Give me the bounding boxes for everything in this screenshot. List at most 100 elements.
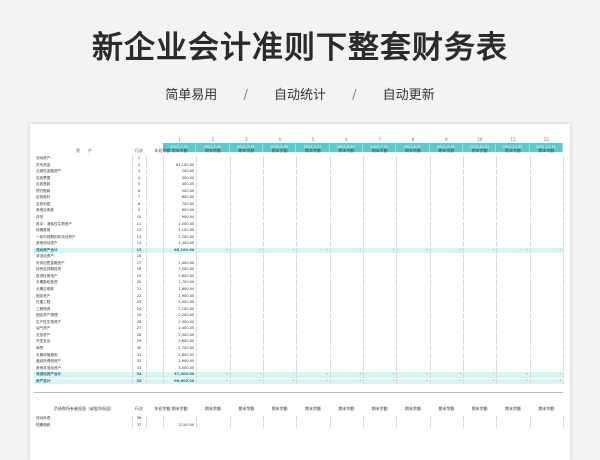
row-no[interactable]: 22 <box>132 294 146 300</box>
period-value[interactable]: - <box>396 248 428 254</box>
row-no[interactable]: 26 <box>132 320 146 326</box>
end-value[interactable] <box>163 156 194 162</box>
end-value[interactable]: 1,000.00 <box>163 222 194 228</box>
row-label[interactable]: 长期应收款 <box>36 287 132 293</box>
end-value[interactable]: 2,500.00 <box>163 333 194 339</box>
row-label[interactable]: 投资性房地产 <box>36 274 132 280</box>
period-value[interactable]: - <box>430 379 461 385</box>
period-value[interactable]: - <box>263 379 295 385</box>
end-value[interactable]: 1,300.00 <box>163 241 194 247</box>
end-value[interactable]: 400.00 <box>163 182 195 188</box>
period-value[interactable]: - <box>363 372 395 378</box>
end-value[interactable]: 2,300.00 <box>163 320 194 326</box>
period-value[interactable]: - <box>530 379 561 385</box>
row-no[interactable]: 36 <box>132 416 146 422</box>
row-label[interactable]: 流动资产： <box>36 156 132 162</box>
end-value[interactable]: 96,600.00 <box>163 379 194 385</box>
row-label[interactable]: 应收账款 <box>36 182 132 188</box>
end-value[interactable]: 2,400.00 <box>163 326 194 332</box>
end-value[interactable]: 2,900.00 <box>163 359 194 365</box>
end-value[interactable]: 1,400.00 <box>163 261 194 267</box>
row-no[interactable]: 3 <box>132 169 146 175</box>
end-value[interactable]: 2,200.00 <box>163 313 194 319</box>
row-no[interactable]: 2 <box>132 163 146 169</box>
row-no[interactable]: 15 <box>132 248 146 254</box>
row-no[interactable]: 13 <box>132 235 146 241</box>
row-no[interactable]: 6 <box>132 189 146 195</box>
row-no[interactable]: 34 <box>132 372 146 378</box>
row-label[interactable]: 流动资产合计 <box>36 248 132 254</box>
end-value[interactable]: 1,700.00 <box>163 280 194 286</box>
end-value[interactable]: 1,900.00 <box>163 294 194 300</box>
row-no[interactable]: 20 <box>132 280 146 286</box>
period-value[interactable]: - <box>230 248 261 254</box>
period-value[interactable]: - <box>196 248 228 254</box>
row-label[interactable]: 应收股利 <box>36 195 132 201</box>
end-value[interactable]: 600.00 <box>163 195 195 201</box>
row-label[interactable]: 预付账款 <box>36 189 132 195</box>
end-value[interactable]: 1,100.00 <box>163 228 194 234</box>
period-value[interactable]: - <box>496 248 528 254</box>
end-value[interactable]: 300.00 <box>163 176 195 182</box>
end-value[interactable]: 2,800.00 <box>163 353 194 359</box>
end-value[interactable] <box>163 254 194 260</box>
end-value[interactable]: 61,100.00 <box>163 163 194 169</box>
period-value[interactable]: - <box>296 372 328 378</box>
end-value[interactable]: 2,600.00 <box>163 339 194 345</box>
row-label[interactable]: 一年内到期的非流动资产 <box>36 235 132 241</box>
period-value[interactable]: - <box>296 379 328 385</box>
row-label[interactable]: 持有至到期投资 <box>36 267 132 273</box>
row-no[interactable]: 19 <box>132 274 146 280</box>
end-value[interactable]: 700.00 <box>163 202 195 208</box>
period-value[interactable]: - <box>396 372 428 378</box>
period-value[interactable]: - <box>363 248 395 254</box>
row-no[interactable]: 28 <box>132 333 146 339</box>
row-no[interactable]: 9 <box>132 208 146 214</box>
row-no[interactable]: 29 <box>132 339 146 345</box>
row-no[interactable]: 8 <box>132 202 146 208</box>
row-label[interactable]: 待摊费用 <box>36 228 132 234</box>
period-value[interactable]: - <box>230 372 261 378</box>
period-value[interactable]: - <box>363 379 395 385</box>
period-value[interactable]: - <box>330 372 361 378</box>
row-label[interactable]: 固定资产清理 <box>36 313 132 319</box>
row-no[interactable]: 30 <box>132 346 146 352</box>
period-value[interactable]: - <box>263 248 295 254</box>
period-value[interactable]: - <box>430 248 461 254</box>
row-label[interactable]: 应收票据 <box>36 176 132 182</box>
row-label[interactable]: 存货 <box>36 215 132 221</box>
row-no[interactable]: 14 <box>132 241 146 247</box>
row-label[interactable]: 开发支出 <box>36 339 132 345</box>
period-value[interactable]: - <box>330 379 361 385</box>
row-label[interactable]: 短期借款 <box>36 423 132 429</box>
end-value[interactable]: 1,600.00 <box>163 274 194 280</box>
period-value[interactable]: - <box>530 248 561 254</box>
end-value[interactable] <box>163 416 194 422</box>
row-no[interactable]: 31 <box>132 353 146 359</box>
row-label[interactable]: 非流动资产合计 <box>36 372 132 378</box>
period-value[interactable]: - <box>196 379 228 385</box>
row-label[interactable]: 其中：消耗性生物资产 <box>36 222 132 228</box>
period-value[interactable]: - <box>430 372 461 378</box>
row-no[interactable]: 4 <box>132 176 146 182</box>
period-value[interactable]: - <box>530 372 561 378</box>
end-value[interactable]: 68,100.00 <box>163 248 194 254</box>
end-value[interactable]: 500.00 <box>163 189 195 195</box>
end-value[interactable]: 1,200.00 <box>163 235 194 241</box>
end-value[interactable]: 2,700.00 <box>163 346 194 352</box>
end-value[interactable]: 1,800.00 <box>163 287 194 293</box>
row-no[interactable]: 37 <box>132 423 146 429</box>
row-no[interactable]: 23 <box>132 300 146 306</box>
period-value[interactable]: - <box>396 379 428 385</box>
period-value[interactable]: - <box>463 379 495 385</box>
period-value[interactable]: - <box>496 372 528 378</box>
row-label[interactable]: 固定资产 <box>36 294 132 300</box>
end-value[interactable]: 900.00 <box>163 215 195 221</box>
row-label[interactable]: 应收利息 <box>36 202 132 208</box>
row-label[interactable]: 长期股权投资 <box>36 280 132 286</box>
row-no[interactable]: 33 <box>132 366 146 372</box>
row-label[interactable]: 其他流动资产 <box>36 241 132 247</box>
row-label[interactable]: 流动负债： <box>36 416 132 422</box>
period-value[interactable]: - <box>263 372 295 378</box>
row-label[interactable]: 生产性生物资产 <box>36 320 132 326</box>
